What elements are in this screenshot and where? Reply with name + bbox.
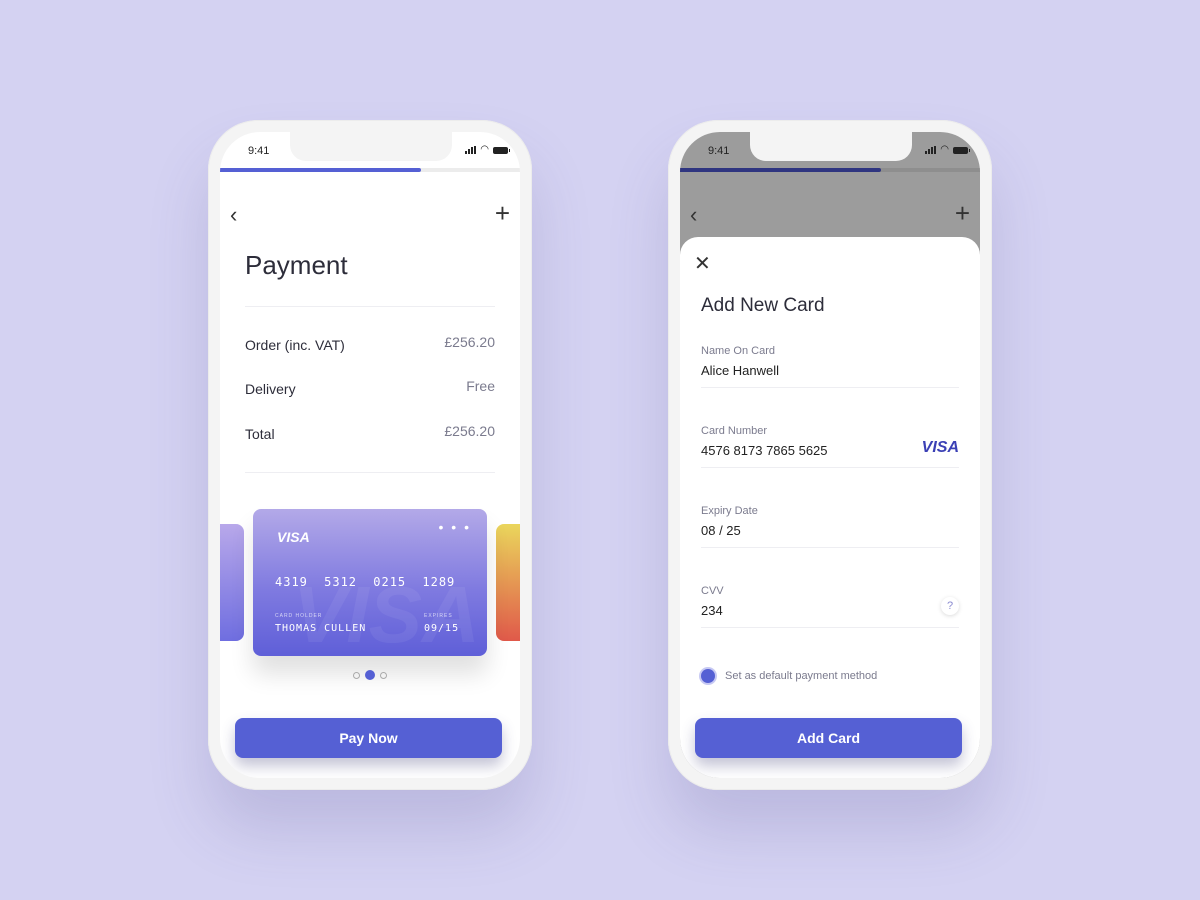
- expires-label: EXPIRES: [424, 613, 453, 619]
- card-next[interactable]: [496, 524, 520, 641]
- add-card-sheet: ✕ Add New Card Name On Card Alice Hanwel…: [680, 237, 980, 778]
- card-number-field[interactable]: Card Number 4576 8173 7865 5625 VISA: [701, 425, 959, 468]
- status-time: 9:41: [708, 145, 730, 157]
- card-number: 4319 5312 0215 1289: [275, 575, 456, 589]
- field-label: Card Number: [701, 425, 768, 437]
- close-icon[interactable]: ✕: [694, 251, 711, 276]
- field-label: Name On Card: [701, 345, 775, 357]
- field-value[interactable]: 234: [701, 603, 959, 618]
- field-value[interactable]: Alice Hanwell: [701, 363, 959, 378]
- default-payment-option[interactable]: Set as default payment method: [701, 669, 877, 683]
- status-icons: ◠: [465, 144, 510, 155]
- cvv-field[interactable]: CVV 234 ?: [701, 585, 959, 628]
- field-label: Expiry Date: [701, 505, 758, 517]
- row-label: Delivery: [245, 381, 296, 397]
- payment-screen: 9:41 ◠ ‹ + Payment Order (inc. VAT) £256…: [220, 132, 520, 778]
- divider: [245, 306, 495, 307]
- carousel-pager: [220, 670, 520, 680]
- default-radio[interactable]: [701, 669, 715, 683]
- sheet-title: Add New Card: [701, 295, 825, 316]
- add-card-screen: 9:41 ◠ ‹ + ✕ Add New Card Name On Card A…: [680, 132, 980, 778]
- card-holder: THOMAS CULLEN: [275, 623, 367, 634]
- notch: [290, 132, 452, 161]
- divider: [245, 472, 495, 473]
- field-value[interactable]: 08 / 25: [701, 523, 959, 538]
- card-expires: 09/15: [424, 623, 460, 634]
- visa-logo-icon: VISA: [277, 529, 310, 545]
- phone-add-card: 9:41 ◠ ‹ + ✕ Add New Card Name On Card A…: [668, 120, 992, 790]
- credit-card[interactable]: VISA VISA • • • 4319 5312 0215 1289 CARD…: [253, 509, 487, 659]
- default-label: Set as default payment method: [725, 670, 878, 682]
- row-label: Order (inc. VAT): [245, 337, 345, 353]
- status-icons: ◠: [925, 144, 970, 155]
- row-value: £256.20: [444, 334, 495, 350]
- visa-logo-icon: VISA: [921, 439, 959, 456]
- progress-bar: [220, 168, 520, 172]
- progress-bar: [680, 168, 980, 172]
- battery-icon: [953, 146, 970, 154]
- pager-dot[interactable]: [353, 671, 360, 679]
- pager-dot-active[interactable]: [365, 670, 375, 680]
- name-on-card-field[interactable]: Name On Card Alice Hanwell: [701, 345, 959, 388]
- help-question-icon[interactable]: ?: [941, 597, 959, 615]
- row-label: Total: [245, 426, 275, 442]
- field-label: CVV: [701, 585, 724, 597]
- summary-row-total: Total £256.20: [245, 423, 495, 442]
- add-plus-icon: +: [954, 198, 970, 228]
- wifi-icon: ◠: [940, 144, 949, 155]
- progress-fill: [220, 168, 421, 172]
- field-value[interactable]: 4576 8173 7865 5625: [701, 443, 959, 458]
- expiry-date-field[interactable]: Expiry Date 08 / 25: [701, 505, 959, 548]
- back-chevron-icon[interactable]: ‹: [230, 204, 237, 226]
- signal-icon: [465, 146, 477, 154]
- notch: [750, 132, 912, 161]
- card-previous[interactable]: [220, 524, 244, 641]
- wifi-icon: ◠: [480, 144, 489, 155]
- pager-dot[interactable]: [380, 671, 387, 679]
- card-holder-label: CARD HOLDER: [275, 613, 323, 619]
- card-menu-icon[interactable]: • • •: [439, 519, 471, 535]
- add-card-button[interactable]: Add Card: [695, 718, 962, 758]
- summary-row-delivery: Delivery Free: [245, 378, 495, 397]
- summary-row-order: Order (inc. VAT) £256.20: [245, 334, 495, 353]
- row-value: £256.20: [444, 423, 495, 439]
- battery-icon: [493, 146, 510, 154]
- progress-fill: [680, 168, 881, 172]
- back-chevron-icon: ‹: [690, 202, 698, 227]
- phone-payment: 9:41 ◠ ‹ + Payment Order (inc. VAT) £256…: [208, 120, 532, 790]
- add-plus-icon[interactable]: +: [495, 200, 510, 226]
- row-value: Free: [466, 378, 495, 394]
- signal-icon: [925, 146, 937, 154]
- status-time: 9:41: [248, 145, 270, 157]
- page-title: Payment: [245, 250, 348, 280]
- pay-now-button[interactable]: Pay Now: [235, 718, 502, 758]
